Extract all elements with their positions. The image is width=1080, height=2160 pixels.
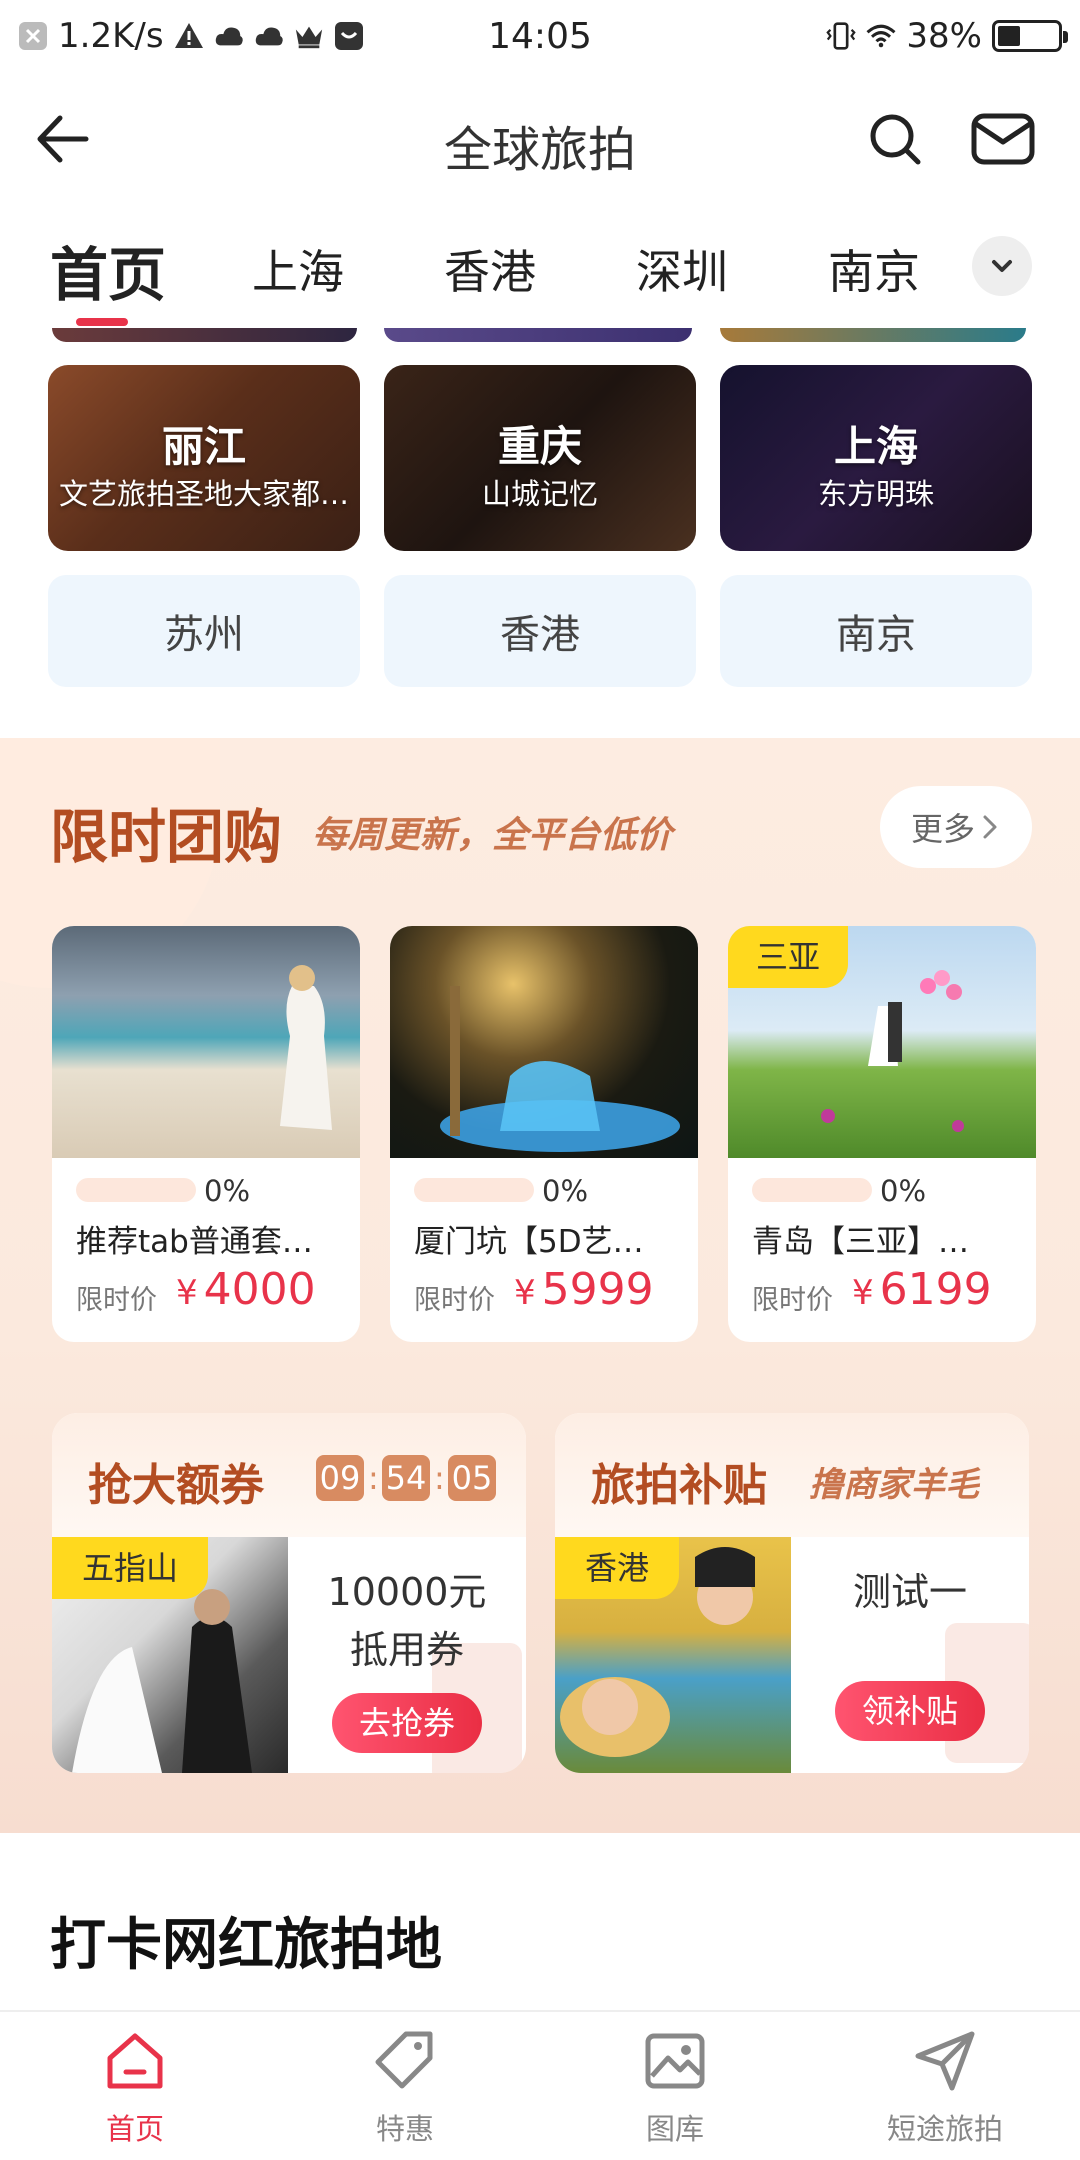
more-button[interactable]: 更多 bbox=[880, 786, 1032, 868]
cloud-icon bbox=[214, 21, 244, 51]
coupon-kind: 抵用券 bbox=[349, 1628, 464, 1672]
sales-progress-bar bbox=[752, 1178, 872, 1202]
destination-subtitle: 文艺旅拍圣地大家都… bbox=[58, 477, 349, 511]
tab-home[interactable]: 首页 bbox=[50, 228, 166, 312]
destination-photo-partial bbox=[720, 328, 1026, 342]
deal-price: ¥5999 bbox=[514, 1264, 654, 1315]
nav-label: 特惠 bbox=[375, 2112, 434, 2146]
deal-photo bbox=[390, 926, 698, 1158]
bottom-navigation: 首页 特惠 图库 短途旅拍 bbox=[0, 2010, 1080, 2160]
deal-card[interactable]: 三亚 0% 青岛【三亚】… 限时价 ¥6199 bbox=[728, 926, 1036, 1342]
image-icon bbox=[645, 2033, 705, 2089]
subsidy-title: 旅拍补贴 bbox=[591, 1460, 767, 1511]
sales-progress-bar bbox=[76, 1178, 196, 1202]
timer-minutes: 54 bbox=[382, 1455, 430, 1501]
nav-deals[interactable]: 特惠 bbox=[325, 2026, 485, 2148]
destination-card-lijiang[interactable]: 丽江 文艺旅拍圣地大家都… bbox=[48, 365, 360, 551]
city-tabs: 首页 上海 香港 深圳 南京 bbox=[0, 208, 1080, 328]
price-label: 限时价 bbox=[414, 1285, 495, 1316]
timer-hours: 09 bbox=[316, 1455, 364, 1501]
city-button-suzhou[interactable]: 苏州 bbox=[48, 575, 360, 687]
grab-coupon-button[interactable]: 去抢券 bbox=[332, 1693, 482, 1753]
deal-name: 青岛【三亚】… bbox=[752, 1224, 969, 1260]
expand-tabs-button[interactable] bbox=[972, 236, 1032, 296]
location-tag: 五指山 bbox=[52, 1537, 209, 1599]
city-button-hongkong[interactable]: 香港 bbox=[384, 575, 696, 687]
battery-percent: 38% bbox=[906, 16, 982, 56]
destination-subtitle: 东方明珠 bbox=[817, 477, 934, 511]
sales-progress-bar bbox=[414, 1178, 534, 1202]
crown-icon bbox=[294, 21, 324, 51]
search-button[interactable] bbox=[862, 106, 928, 172]
destination-subtitle: 山城记忆 bbox=[481, 477, 598, 511]
destination-name: 丽江 bbox=[161, 422, 246, 471]
home-icon bbox=[107, 2033, 163, 2089]
sales-progress: 0% bbox=[880, 1174, 927, 1208]
deal-card[interactable]: 0% 厦门坑【5D艺… 限时价 ¥5999 bbox=[390, 926, 698, 1342]
chevron-right-icon bbox=[983, 815, 997, 839]
subsidy-subtitle: 撸商家羊毛 bbox=[809, 1465, 979, 1505]
deal-card[interactable]: 0% 推荐tab普通套… 限时价 ¥4000 bbox=[52, 926, 360, 1342]
status-bar: 1.2K/s 14:05 38% bbox=[0, 0, 1080, 72]
tag-icon bbox=[375, 2031, 433, 2089]
chevron-down-icon bbox=[992, 260, 1012, 272]
active-tab-indicator bbox=[76, 318, 128, 326]
sales-progress: 0% bbox=[204, 1174, 251, 1208]
close-notification-icon bbox=[18, 21, 48, 51]
coupon-amount: 10000元 bbox=[327, 1570, 487, 1614]
coupon-title: 抢大额券 bbox=[88, 1460, 264, 1511]
destination-card-chongqing[interactable]: 重庆 山城记忆 bbox=[384, 365, 696, 551]
group-buy-title: 限时团购 bbox=[50, 803, 283, 871]
vibrate-icon bbox=[826, 21, 857, 51]
timer-seconds: 05 bbox=[448, 1455, 496, 1501]
send-icon bbox=[915, 2031, 975, 2091]
subsidy-card[interactable]: 旅拍补贴 撸商家羊毛 香港 测试一 领补贴 bbox=[555, 1413, 1029, 1773]
tab-shenzhen[interactable]: 深圳 bbox=[636, 236, 728, 302]
destination-photo-partial bbox=[52, 328, 357, 342]
tab-nanjing[interactable]: 南京 bbox=[828, 236, 920, 302]
wifi-icon bbox=[866, 21, 896, 51]
nav-label: 短途旅拍 bbox=[886, 2112, 1003, 2146]
claim-subsidy-button[interactable]: 领补贴 bbox=[835, 1681, 985, 1741]
countdown-timer: 09 : 54 : 05 bbox=[316, 1455, 496, 1501]
nav-home[interactable]: 首页 bbox=[55, 2026, 215, 2148]
deal-name: 推荐tab普通套… bbox=[76, 1224, 313, 1260]
sales-progress: 0% bbox=[542, 1174, 589, 1208]
location-tag: 香港 bbox=[555, 1537, 680, 1599]
battery-icon bbox=[992, 20, 1068, 52]
nav-label: 首页 bbox=[105, 2112, 164, 2146]
subsidy-text: 测试一 bbox=[852, 1570, 967, 1614]
nav-label: 图库 bbox=[645, 2112, 704, 2146]
message-button[interactable] bbox=[968, 104, 1038, 174]
nav-short-trip[interactable]: 短途旅拍 bbox=[865, 2026, 1025, 2148]
app-notification-icon bbox=[334, 21, 364, 51]
destination-photo-partial bbox=[384, 328, 692, 342]
city-button-nanjing[interactable]: 南京 bbox=[720, 575, 1032, 687]
mail-icon bbox=[971, 113, 1035, 165]
destination-name: 重庆 bbox=[497, 422, 582, 471]
price-label: 限时价 bbox=[752, 1285, 833, 1316]
title-bar: 全球旅拍 bbox=[0, 72, 1080, 208]
group-buy-subtitle: 每周更新，全平台低价 bbox=[312, 815, 673, 856]
tab-shanghai[interactable]: 上海 bbox=[252, 236, 344, 302]
network-speed: 1.2K/s bbox=[58, 16, 164, 56]
search-icon bbox=[870, 114, 921, 165]
price-label: 限时价 bbox=[76, 1285, 157, 1316]
checkin-section-title: 打卡网红旅拍地 bbox=[50, 1913, 442, 1978]
deal-price: ¥6199 bbox=[852, 1264, 992, 1315]
cloud-icon-2 bbox=[254, 21, 284, 51]
destination-name: 上海 bbox=[833, 422, 918, 471]
tab-hongkong[interactable]: 香港 bbox=[444, 236, 536, 302]
deal-name: 厦门坑【5D艺… bbox=[414, 1224, 644, 1260]
location-tag: 三亚 bbox=[728, 926, 849, 988]
destination-card-shanghai[interactable]: 上海 东方明珠 bbox=[720, 365, 1032, 551]
deal-photo bbox=[52, 926, 360, 1158]
warning-icon bbox=[174, 21, 204, 51]
coupon-card[interactable]: 抢大额券 09 : 54 : 05 五指山 10000元 抵用券 去抢券 bbox=[52, 1413, 526, 1773]
deal-price: ¥4000 bbox=[176, 1264, 316, 1315]
more-label: 更多 bbox=[910, 810, 975, 848]
nav-gallery[interactable]: 图库 bbox=[595, 2026, 755, 2148]
